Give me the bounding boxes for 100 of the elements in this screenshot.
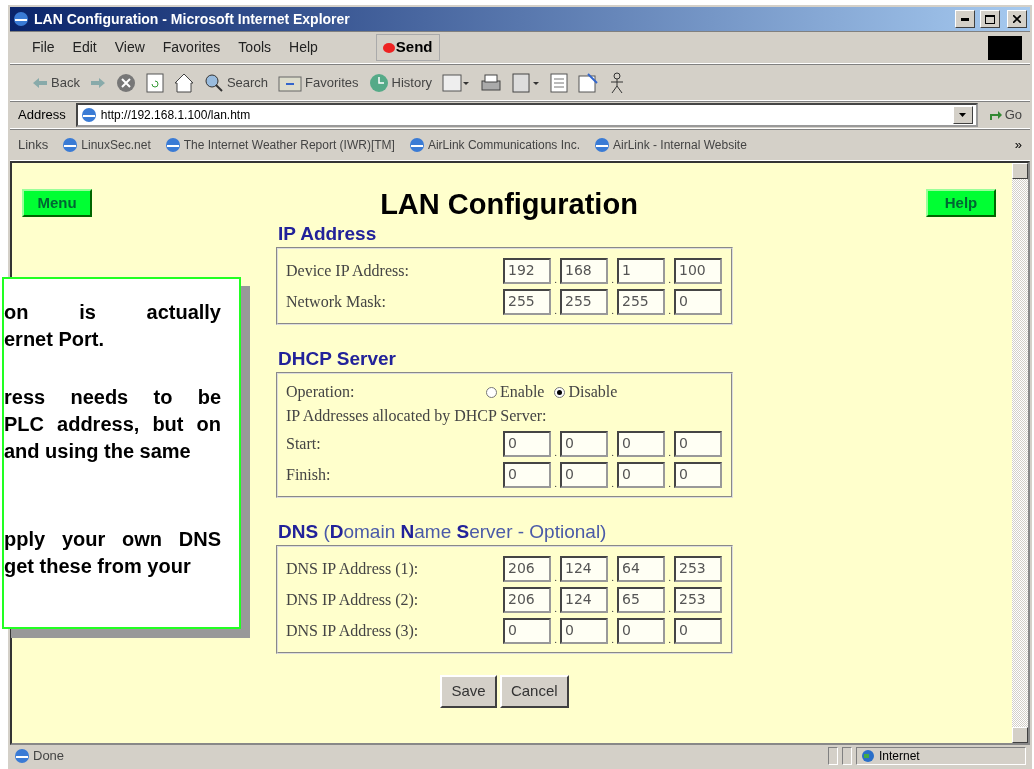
separator-dot: . [667, 272, 672, 286]
octet-field[interactable]: 0 [617, 430, 665, 457]
history-button[interactable]: History [368, 72, 433, 93]
page-icon [164, 137, 181, 153]
close-icon [1013, 15, 1021, 23]
separator-dot: . [610, 303, 615, 317]
octet-field[interactable]: 0 [560, 617, 608, 644]
menu-item[interactable]: Favorites [162, 37, 221, 58]
octet-field[interactable]: 0 [503, 430, 551, 457]
octet-field[interactable]: 0 [674, 288, 722, 315]
edit-icon[interactable] [512, 71, 541, 94]
windows-logo-icon [988, 35, 1022, 60]
separator-dot: . [610, 601, 615, 615]
field-label: Device IP Address: [286, 260, 410, 281]
octet-field[interactable]: 0 [617, 461, 665, 488]
octet-field[interactable]: 255 [617, 288, 665, 315]
form-button[interactable]: Cancel [499, 675, 569, 708]
more-links-button[interactable]: » [1014, 135, 1022, 155]
document-icon[interactable] [550, 72, 569, 93]
search-button[interactable]: Search [203, 72, 269, 93]
separator-dot: . [610, 445, 615, 459]
radio-button[interactable] [486, 386, 497, 398]
maximize-button[interactable] [980, 10, 1000, 28]
back-button[interactable]: Back [32, 72, 80, 93]
maximize-icon [985, 14, 995, 24]
section-heading: IP Address [278, 223, 378, 245]
octet-field[interactable]: 0 [503, 617, 551, 644]
clock-icon [368, 72, 389, 93]
page-icon [80, 107, 97, 123]
home-icon[interactable] [173, 72, 194, 93]
callout-text: and using the same [4, 439, 192, 464]
octet-field[interactable]: 64 [617, 555, 665, 582]
link[interactable]: LinuxSec.net [62, 136, 151, 154]
octet-field[interactable]: 124 [560, 555, 608, 582]
menu-item[interactable]: Tools [238, 37, 272, 58]
octet-field[interactable]: 0 [560, 430, 608, 457]
menu-button[interactable]: Menu [22, 189, 92, 217]
octet-field[interactable]: 0 [617, 617, 665, 644]
separator-dot: . [553, 445, 558, 459]
separator-dot: . [553, 632, 558, 646]
octet-field[interactable]: 206 [503, 555, 551, 582]
go-arrow-icon [987, 108, 1002, 122]
form-button[interactable]: Save [440, 675, 497, 708]
favorites-button[interactable]: Favorites [278, 72, 359, 93]
octet-field[interactable]: 206 [503, 586, 551, 613]
octet-field[interactable]: 192 [503, 257, 551, 284]
scrollbar[interactable] [1012, 163, 1028, 743]
help-button[interactable]: Help [926, 189, 996, 217]
address-field[interactable]: http://192.168.1.100/lan.htm [75, 103, 978, 127]
separator-dot: . [667, 303, 672, 317]
link[interactable]: AirLink - Internal Website [594, 136, 747, 154]
callout-text: PLC address, but on [4, 412, 221, 437]
back-arrow-icon [32, 75, 48, 90]
print-icon[interactable] [480, 72, 503, 93]
separator-dot: . [610, 476, 615, 490]
separator-dot: . [610, 272, 615, 286]
close-button[interactable] [1007, 10, 1027, 28]
field-label: DNS IP Address (3): [286, 620, 420, 642]
octet-field[interactable]: 253 [674, 586, 722, 613]
radio-button[interactable] [554, 386, 566, 398]
mail-icon[interactable] [442, 71, 471, 94]
link[interactable]: AirLink Communications Inc. [408, 136, 580, 154]
octet-field[interactable]: 0 [674, 430, 722, 457]
send-button[interactable]: Send [375, 34, 440, 61]
section-heading: DHCP Server [278, 348, 397, 370]
notepad-icon[interactable] [578, 72, 599, 93]
callout-text: on is actually [4, 300, 221, 325]
radio-option[interactable]: Enable [486, 380, 545, 404]
page-title: LAN Configuration [380, 187, 638, 222]
search-icon [203, 72, 224, 93]
octet-field[interactable]: 253 [674, 555, 722, 582]
octet-field[interactable]: 0 [674, 617, 722, 644]
stop-icon[interactable] [115, 72, 136, 93]
octet-field[interactable]: 124 [560, 586, 608, 613]
octet-field[interactable]: 255 [503, 288, 551, 315]
refresh-icon[interactable] [145, 72, 164, 93]
field-label: Operation: [286, 382, 356, 403]
separator-dot: . [553, 476, 558, 490]
octet-field[interactable]: 0 [674, 461, 722, 488]
octet-field[interactable]: 100 [674, 257, 722, 284]
menu-item[interactable]: Help [289, 37, 318, 58]
separator-dot: . [553, 303, 558, 317]
minimize-button[interactable] [955, 10, 975, 28]
dropdown-button[interactable] [952, 106, 973, 124]
field-label: Start: [286, 433, 322, 454]
link[interactable]: The Internet Weather Report (IWR)[TM] [164, 136, 395, 154]
octet-field[interactable]: 65 [617, 586, 665, 613]
menu-item[interactable]: View [114, 37, 145, 58]
separator-dot: . [667, 632, 672, 646]
go-button[interactable]: Go [987, 105, 1022, 125]
octet-field[interactable]: 0 [503, 461, 551, 488]
page-icon [594, 137, 610, 153]
octet-field[interactable]: 168 [560, 257, 608, 284]
octet-field[interactable]: 1 [617, 257, 665, 284]
octet-field[interactable]: 255 [560, 288, 608, 315]
octet-field[interactable]: 0 [560, 461, 608, 488]
menu-item[interactable]: Edit [72, 37, 97, 58]
radio-option[interactable]: Disable [554, 380, 618, 404]
callout-text: pply your own DNS [4, 527, 221, 552]
menu-item[interactable]: File [32, 37, 55, 58]
